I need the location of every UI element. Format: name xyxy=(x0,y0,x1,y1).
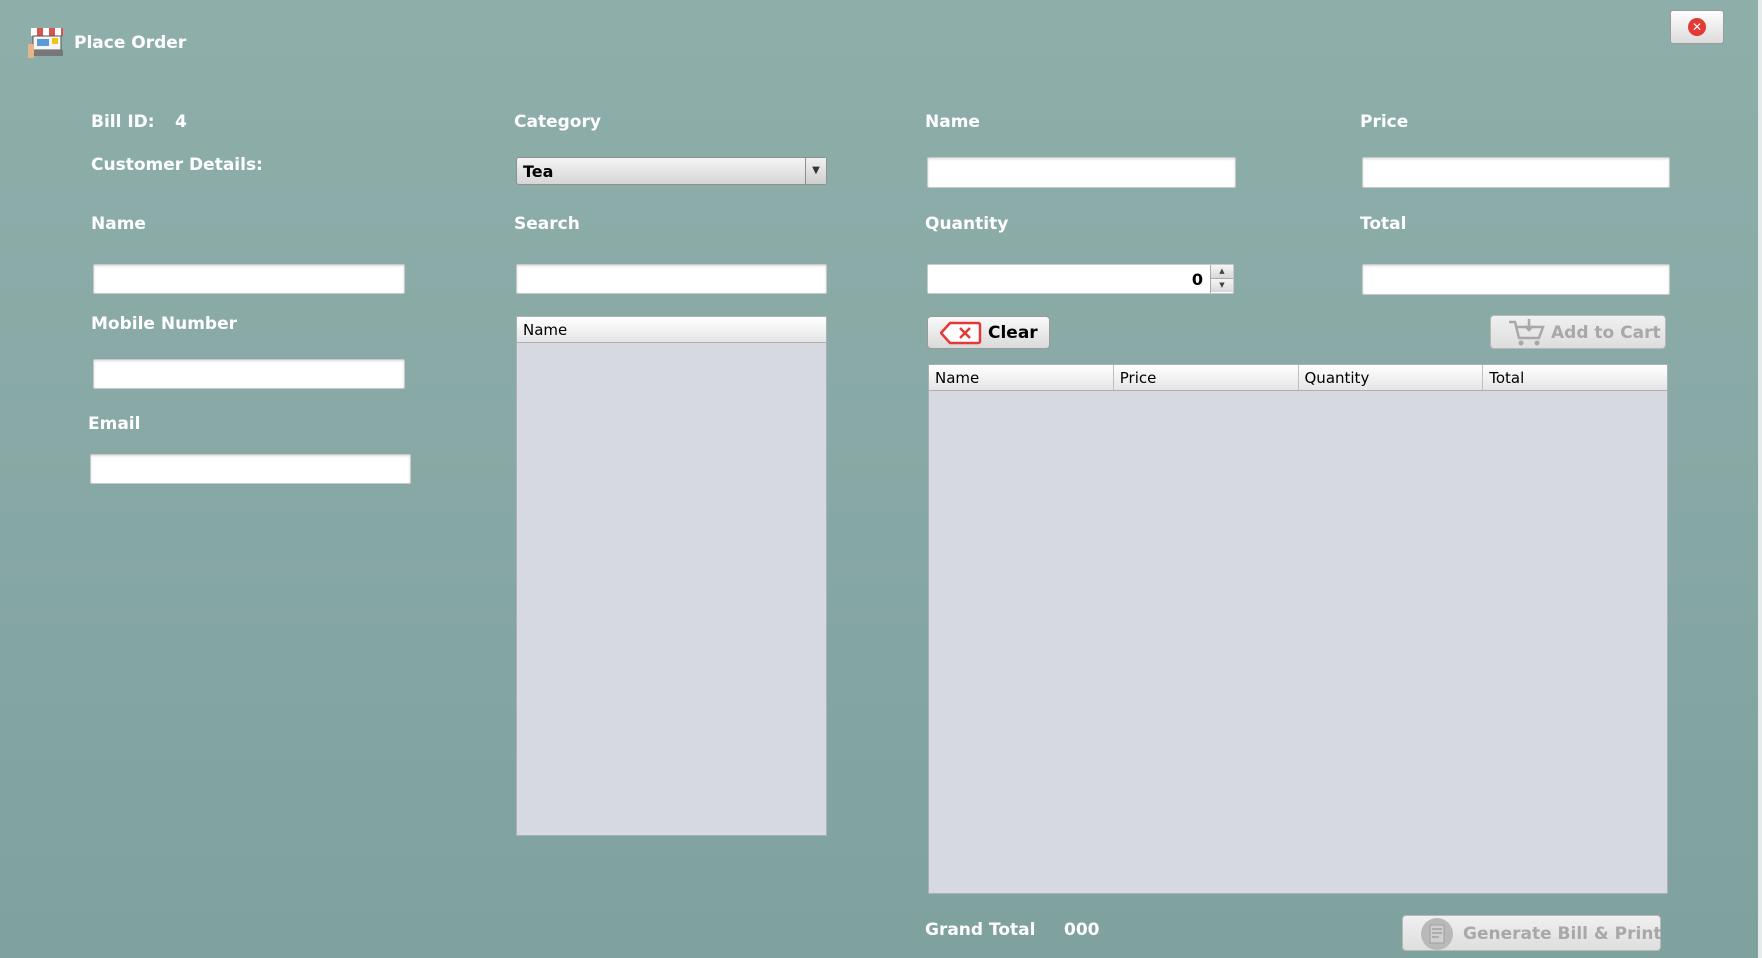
store-icon xyxy=(28,24,70,60)
product-name-label: Name xyxy=(925,112,980,132)
search-label: Search xyxy=(514,214,580,234)
increment-arrow-icon[interactable]: ▲ xyxy=(1211,265,1233,279)
generate-bill-print-button[interactable]: Generate Bill & Print xyxy=(1402,915,1662,951)
window-edge xyxy=(1758,0,1762,958)
column-header-total[interactable]: Total xyxy=(1483,365,1667,390)
grand-total-value: 000 xyxy=(1064,920,1100,940)
price-field[interactable] xyxy=(1362,157,1670,188)
decrement-arrow-icon[interactable]: ▼ xyxy=(1211,279,1233,292)
add-to-cart-button[interactable]: Add to Cart xyxy=(1490,315,1666,349)
search-results-header: Name xyxy=(517,317,826,343)
chevron-down-icon[interactable]: ▼ xyxy=(805,158,826,184)
clear-button[interactable]: Clear xyxy=(927,316,1050,349)
product-name-field[interactable] xyxy=(927,157,1236,188)
quantity-label: Quantity xyxy=(925,214,1009,234)
cart-table-header: Name Price Quantity Total xyxy=(929,365,1667,391)
customer-details-heading: Customer Details: xyxy=(91,155,263,175)
price-label: Price xyxy=(1360,112,1409,132)
column-header-price[interactable]: Price xyxy=(1114,365,1299,390)
close-button[interactable]: ✕ xyxy=(1670,10,1724,44)
email-label: Email xyxy=(88,414,141,434)
search-results-table[interactable]: Name xyxy=(516,316,827,836)
generate-bill-print-label: Generate Bill & Print xyxy=(1463,924,1662,944)
column-header-name[interactable]: Name xyxy=(929,365,1114,390)
add-to-cart-label: Add to Cart xyxy=(1551,323,1661,343)
close-icon: ✕ xyxy=(1688,18,1706,36)
search-input[interactable] xyxy=(516,264,827,294)
grand-total-label: Grand Total xyxy=(925,920,1036,940)
column-header-name[interactable]: Name xyxy=(517,317,826,342)
bill-id-value: 4 xyxy=(175,112,187,132)
cart-icon xyxy=(1507,318,1547,353)
window-title: Place Order xyxy=(74,33,187,53)
customer-name-field[interactable] xyxy=(93,264,405,294)
quantity-stepper[interactable]: 0 ▲ ▼ xyxy=(927,264,1234,294)
print-icon xyxy=(1417,917,1457,956)
total-field[interactable] xyxy=(1362,264,1670,295)
category-selected-value: Tea xyxy=(523,162,554,181)
bill-id-label: Bill ID: xyxy=(91,112,155,132)
total-label: Total xyxy=(1360,214,1407,234)
cart-table[interactable]: Name Price Quantity Total xyxy=(928,364,1668,894)
category-dropdown[interactable]: Tea ▼ xyxy=(516,157,827,185)
column-header-quantity[interactable]: Quantity xyxy=(1299,365,1484,390)
quantity-value: 0 xyxy=(1191,270,1203,289)
mobile-number-label: Mobile Number xyxy=(91,314,237,334)
category-label: Category xyxy=(514,112,601,132)
mobile-number-field[interactable] xyxy=(93,359,405,389)
clear-button-label: Clear xyxy=(988,323,1038,343)
backspace-clear-icon xyxy=(939,321,982,350)
customer-name-label: Name xyxy=(91,214,146,234)
email-field[interactable] xyxy=(90,454,411,484)
